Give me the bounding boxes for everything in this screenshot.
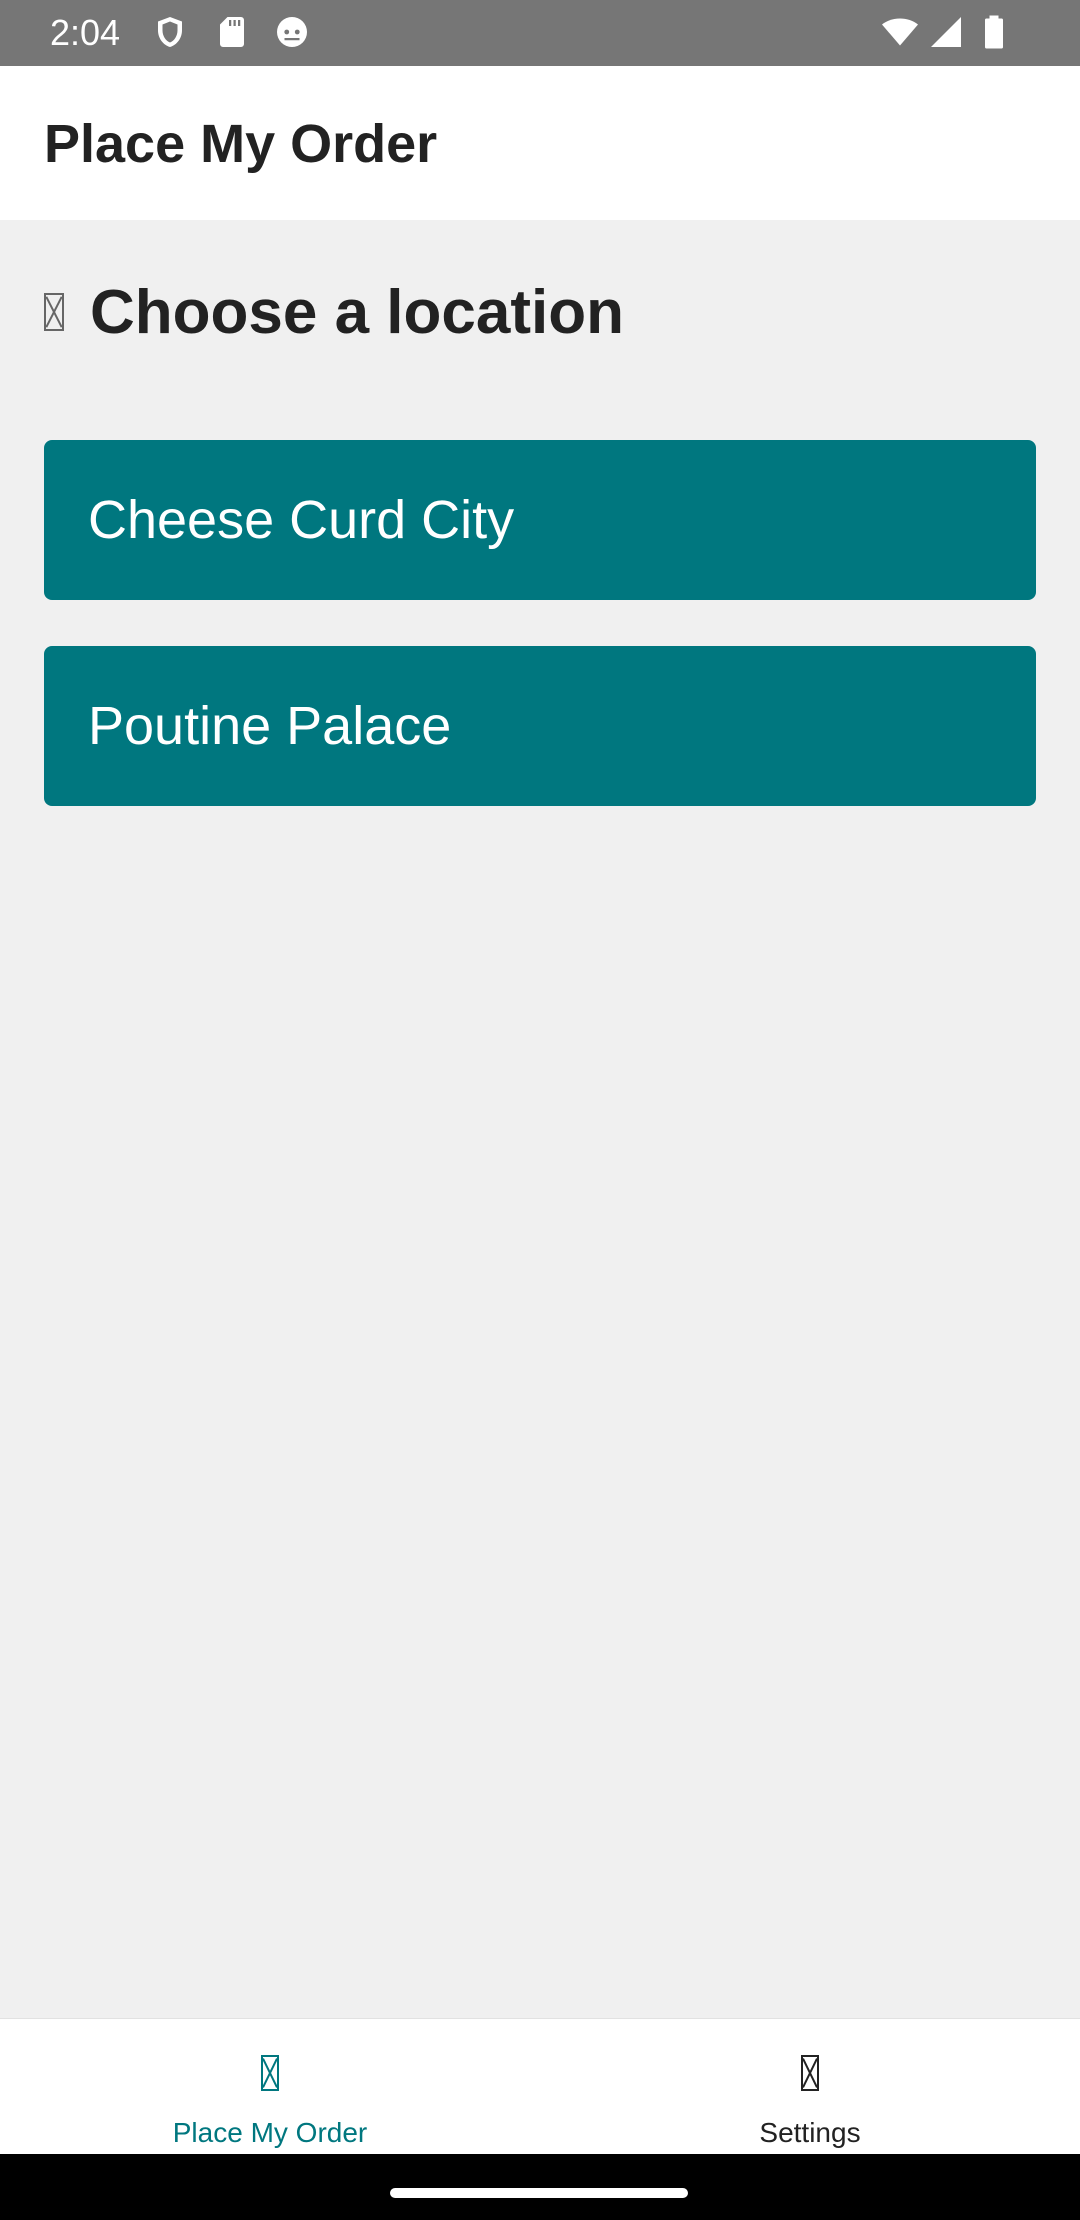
section-heading: Choose a location [44, 272, 624, 352]
location-button-poutine-palace[interactable]: Poutine Palace [44, 646, 1036, 806]
android-debug-icon [274, 14, 310, 50]
sd-card-icon [214, 14, 250, 50]
app-bar: Place My Order [0, 66, 1080, 220]
nav-item-settings[interactable]: Settings [540, 2019, 1080, 2155]
missing-glyph-icon [801, 2055, 819, 2091]
location-label: Cheese Curd City [88, 490, 515, 550]
app-title: Place My Order [44, 114, 438, 174]
missing-glyph-icon [44, 293, 64, 331]
wifi-icon [882, 14, 918, 50]
location-button-cheese-curd-city[interactable]: Cheese Curd City [44, 440, 1036, 600]
status-bar: 2:04 [0, 0, 1080, 66]
bottom-nav: Place My Order Settings [0, 2018, 1080, 2155]
nav-item-place-my-order[interactable]: Place My Order [0, 2019, 540, 2155]
battery-icon [976, 14, 1012, 50]
system-gesture-bar [0, 2154, 1080, 2220]
nav-label: Place My Order [172, 2117, 368, 2148]
nav-label: Settings [759, 2117, 861, 2148]
cellular-signal-icon [928, 14, 964, 50]
location-label: Poutine Palace [88, 696, 452, 756]
home-gesture-handle[interactable] [390, 2188, 688, 2198]
heading-text: Choose a location [90, 277, 624, 347]
status-time: 2:04 [50, 12, 121, 53]
missing-glyph-icon [261, 2055, 279, 2091]
shield-icon [152, 14, 188, 50]
